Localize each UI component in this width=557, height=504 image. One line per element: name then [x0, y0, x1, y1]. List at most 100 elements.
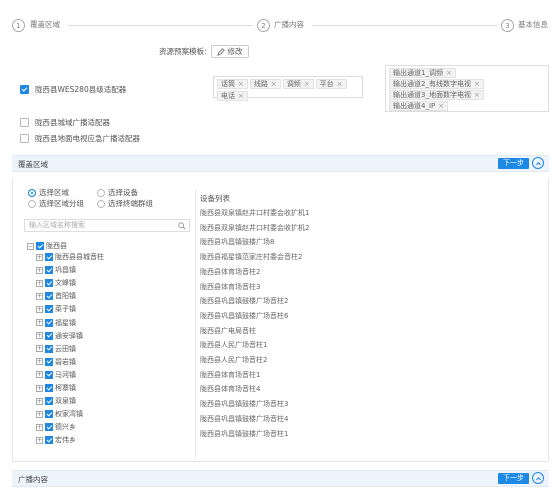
device-item[interactable]: 陇西县巩昌镇鼓楼广场音柱2 [200, 296, 288, 306]
tag-remove-icon[interactable]: × [304, 80, 310, 88]
step-2-circle[interactable]: 2 [257, 19, 270, 32]
tree-node[interactable]: + 巩昌镇 [36, 265, 76, 275]
tree-node[interactable]: + 菜子镇 [36, 304, 76, 314]
tree-node[interactable]: + 双泉镇 [36, 396, 76, 406]
tree-root[interactable]: − 陇西县 [27, 241, 67, 251]
device-item[interactable]: 陇西县巩昌镇鼓楼广场音柱4 [200, 414, 288, 424]
adapter-checkbox-wes280[interactable] [20, 85, 29, 94]
expand-icon[interactable]: + [36, 423, 43, 431]
tree-checkbox[interactable] [45, 266, 53, 275]
tag-remove-icon[interactable]: × [337, 80, 343, 88]
tree-checkbox[interactable] [45, 305, 53, 314]
step-3-label[interactable]: 基本信息 [518, 19, 548, 30]
tag-remove-icon[interactable]: × [446, 69, 452, 77]
tree-node[interactable]: + 云田镇 [36, 344, 76, 354]
tree-checkbox[interactable] [36, 242, 44, 250]
adapter-item-city[interactable]: 陇西县城域广播适配器 [20, 117, 110, 128]
tree-node[interactable]: + 福星镇 [36, 318, 76, 328]
expand-icon[interactable]: + [36, 345, 43, 353]
radio-select-area-group[interactable]: 选择区域分组 [28, 198, 84, 209]
expand-icon[interactable]: + [36, 410, 43, 418]
expand-icon[interactable]: + [36, 397, 43, 405]
tree-checkbox[interactable] [45, 410, 53, 419]
radio-select-area[interactable]: 选择区域 [28, 187, 69, 198]
tree-checkbox[interactable] [45, 357, 53, 366]
radio-select-terminal-group-indicator[interactable] [97, 199, 105, 208]
input-channel-tags[interactable]: 话筒 × 线路 × 调频 × 平台 × 电话 × [213, 76, 363, 101]
tree-node[interactable]: + 德兴乡 [36, 422, 76, 432]
device-item[interactable]: 陇西县巩昌镇鼓楼广场音柱6 [200, 311, 288, 321]
tree-node[interactable]: + 碧岩镇 [36, 357, 76, 367]
tree-node[interactable]: + 文峰镇 [36, 278, 76, 288]
tree-checkbox[interactable] [45, 318, 53, 327]
expand-icon[interactable]: + [36, 436, 43, 444]
device-item[interactable]: 陇西县体育场音柱2 [200, 267, 260, 277]
tag-remove-icon[interactable]: × [271, 80, 277, 88]
radio-select-area-indicator[interactable] [28, 188, 36, 197]
collapse-toggle-button[interactable] [532, 157, 544, 169]
radio-select-device[interactable]: 选择设备 [97, 187, 138, 198]
adapter-item-wes280[interactable]: 陇西县WES280县级适配器 [20, 84, 126, 95]
tag-remove-icon[interactable]: × [238, 80, 244, 88]
expand-icon[interactable]: + [36, 305, 43, 313]
tree-checkbox[interactable] [45, 384, 53, 392]
device-item[interactable]: 陇西县体育场音柱3 [200, 282, 260, 292]
tree-checkbox[interactable] [45, 423, 53, 432]
broadcast-next-button[interactable]: 下一步 [498, 473, 529, 484]
expand-icon[interactable]: + [36, 371, 43, 379]
expand-icon[interactable]: + [36, 266, 43, 274]
tree-node[interactable]: + 马河镇 [36, 370, 76, 380]
tree-checkbox[interactable] [45, 344, 53, 353]
step-2-label[interactable]: 广播内容 [274, 19, 304, 30]
device-item[interactable]: 陇西县广电局音柱 [200, 326, 256, 336]
tree-node[interactable]: + 柯寨镇 [36, 383, 76, 393]
expand-icon[interactable]: + [36, 279, 43, 287]
edit-template-button[interactable]: 修改 [210, 45, 249, 58]
area-search-input[interactable]: 输入区域名称搜索 [24, 219, 190, 232]
expand-icon[interactable]: + [36, 253, 43, 261]
tree-node[interactable]: + 权家湾镇 [36, 409, 83, 419]
output-channel-tags[interactable]: 输出通道1_调频 × 输出通道2_有线数字电视 × 输出通道3_地面数字电视 × 输出… [385, 65, 549, 112]
tree-node[interactable]: + 首阳镇 [36, 291, 76, 301]
tree-node[interactable]: + 宏伟乡 [36, 435, 76, 445]
device-item[interactable]: 陇西县人民广场音柱2 [200, 355, 267, 365]
tag-remove-icon[interactable]: × [474, 91, 480, 99]
tag-remove-icon[interactable]: × [238, 92, 244, 100]
step-3-circle[interactable]: 3 [501, 19, 514, 32]
device-item[interactable]: 陇西县巩昌镇鼓楼广场音柱1 [200, 429, 288, 439]
coverage-next-button[interactable]: 下一步 [498, 158, 529, 169]
tree-checkbox[interactable] [45, 331, 53, 340]
expand-icon[interactable]: + [36, 292, 43, 300]
step-1-label[interactable]: 覆盖区域 [30, 19, 60, 30]
expand-icon[interactable]: + [36, 319, 43, 326]
device-item[interactable]: 陇西县双泉镇赵井口村委会收扩机1 [200, 208, 309, 218]
tree-checkbox[interactable] [45, 253, 53, 261]
collapse-icon[interactable]: − [27, 242, 34, 250]
radio-select-area-group-indicator[interactable] [28, 199, 36, 208]
device-item[interactable]: 陇西县体育场音柱1 [200, 370, 260, 380]
tag-remove-icon[interactable]: × [438, 102, 444, 110]
tree-node[interactable]: + 通安驿镇 [36, 331, 83, 341]
tag-remove-icon[interactable]: × [474, 80, 480, 88]
adapter-checkbox-city[interactable] [20, 118, 29, 127]
device-item[interactable]: 陇西县人民广场音柱1 [200, 340, 267, 350]
device-item[interactable]: 陇西县双泉镇赵井口村委会收扩机2 [200, 223, 309, 233]
tree-checkbox[interactable] [45, 292, 53, 301]
expand-icon[interactable]: + [36, 384, 43, 392]
expand-icon[interactable]: + [36, 332, 43, 340]
radio-select-device-indicator[interactable] [97, 188, 105, 197]
tree-checkbox[interactable] [45, 279, 53, 288]
tree-node[interactable]: + 陇西县县城音柱 [36, 252, 104, 262]
device-item[interactable]: 陇西县巩昌镇鼓楼广场8 [200, 237, 274, 247]
device-item[interactable]: 陇西县福星镇范家庄村委会音柱2 [200, 252, 302, 262]
broadcast-collapse-toggle[interactable] [532, 472, 544, 484]
tree-checkbox[interactable] [45, 397, 53, 406]
adapter-item-dtv[interactable]: 陇西县地面电视应急广播适配器 [20, 133, 140, 144]
step-1-circle[interactable]: 1 [12, 19, 25, 32]
device-item[interactable]: 陇西县巩昌镇鼓楼广场音柱3 [200, 399, 288, 409]
search-icon[interactable] [178, 222, 186, 230]
tree-checkbox[interactable] [45, 370, 53, 379]
radio-select-terminal-group[interactable]: 选择终端群组 [97, 198, 153, 209]
adapter-checkbox-dtv[interactable] [20, 134, 29, 143]
tree-checkbox[interactable] [45, 436, 53, 445]
